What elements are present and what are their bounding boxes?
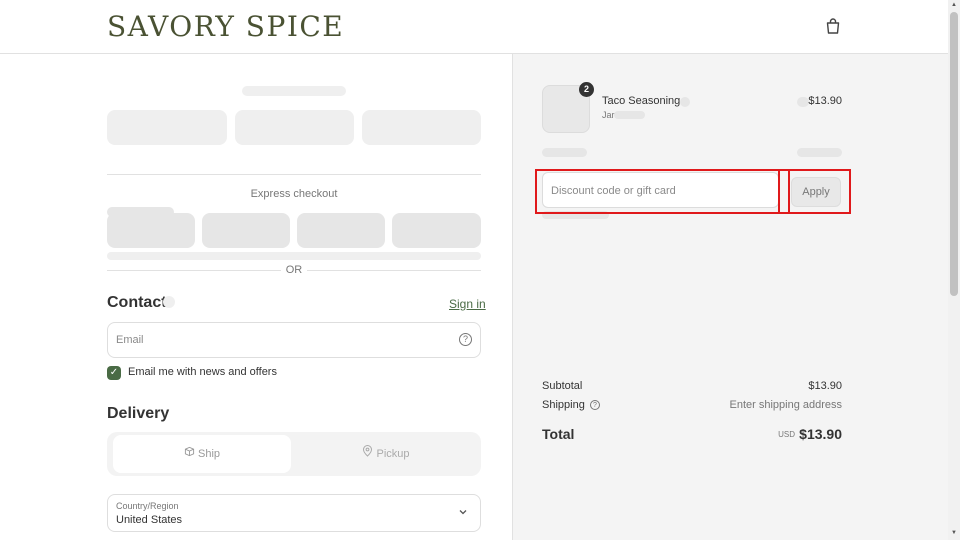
tab-pickup-label: Pickup <box>376 448 410 460</box>
package-icon <box>184 435 195 473</box>
skeleton-bar <box>797 148 842 157</box>
country-select[interactable]: Country/Region United States <box>107 494 481 532</box>
total-value: $13.90 <box>799 426 842 442</box>
shipping-label: Shipping ? <box>542 399 600 411</box>
skeleton-bar <box>242 86 346 96</box>
scroll-down-arrow[interactable]: ▼ <box>951 530 957 536</box>
product-price: $13.90 <box>808 95 842 107</box>
or-separator: OR <box>281 264 307 276</box>
skeleton-bar <box>163 296 175 308</box>
email-placeholder: Email <box>116 334 144 346</box>
product-name: Taco Seasoning <box>602 95 681 107</box>
sign-in-link[interactable]: Sign in <box>449 297 486 311</box>
email-field[interactable]: Email ? <box>107 322 481 358</box>
scroll-up-arrow[interactable]: ▲ <box>951 2 957 8</box>
news-checkbox[interactable]: ✓ <box>107 366 121 380</box>
tab-pickup[interactable]: Pickup <box>297 435 475 473</box>
shipping-value: Enter shipping address <box>729 399 842 411</box>
shopping-bag-icon[interactable] <box>823 16 843 36</box>
total-label: Total <box>542 426 575 442</box>
location-pin-icon <box>362 435 373 473</box>
express-pay-button[interactable] <box>297 213 385 248</box>
help-icon[interactable]: ? <box>589 400 600 411</box>
country-value: United States <box>116 514 183 526</box>
highlight-box <box>535 169 780 214</box>
skeleton-bar <box>107 252 481 260</box>
skeleton-button <box>107 110 227 145</box>
skeleton-bar <box>680 97 690 107</box>
currency-code: USD <box>778 430 795 439</box>
skeleton-bar <box>614 111 645 119</box>
skeleton-button <box>362 110 481 145</box>
quantity-badge: 2 <box>579 82 594 97</box>
skeleton-button <box>235 110 354 145</box>
tab-ship[interactable]: Ship <box>113 435 291 473</box>
tab-ship-label: Ship <box>197 448 221 460</box>
news-checkbox-label: Email me with news and offers <box>128 366 277 378</box>
express-pay-button[interactable] <box>392 213 481 248</box>
delivery-title: Delivery <box>107 405 170 422</box>
subtotal-value: $13.90 <box>808 380 842 392</box>
store-logo[interactable]: SAVORY SPICE <box>107 10 344 43</box>
product-variant: Jar <box>602 110 615 120</box>
subtotal-label: Subtotal <box>542 380 583 392</box>
divider <box>107 174 481 175</box>
header: SAVORY SPICE <box>0 0 948 54</box>
express-pay-button[interactable] <box>202 213 290 248</box>
chevron-down-icon <box>458 507 468 520</box>
express-pay-button[interactable] <box>107 213 195 248</box>
skeleton-bar <box>542 148 587 157</box>
scrollbar-thumb[interactable] <box>950 12 958 296</box>
highlight-box <box>788 169 851 214</box>
contact-title: Contact <box>107 294 167 311</box>
express-checkout-label: Express checkout <box>250 188 338 200</box>
help-icon[interactable]: ? <box>459 333 472 346</box>
country-label: Country/Region <box>116 501 179 511</box>
